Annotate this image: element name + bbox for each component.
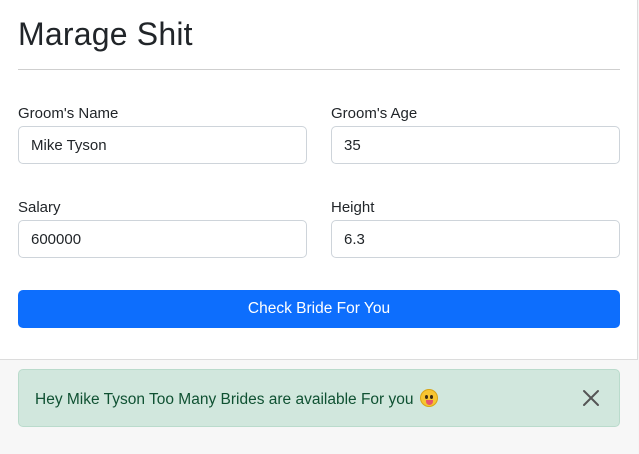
close-icon[interactable] [581, 388, 601, 408]
salary-input[interactable] [18, 220, 307, 258]
height-input[interactable] [331, 220, 620, 258]
alert-message: Hey Mike Tyson Too Many Brides are avail… [35, 391, 414, 408]
alert-message-row: Hey Mike Tyson Too Many Brides are avail… [35, 389, 438, 409]
success-alert: Hey Mike Tyson Too Many Brides are avail… [18, 369, 620, 427]
title-divider [18, 69, 620, 70]
groom-name-input[interactable] [18, 126, 307, 164]
salary-label: Salary [18, 199, 61, 216]
groom-age-label: Groom's Age [331, 105, 418, 122]
height-label: Height [331, 199, 375, 216]
page-title: Marage Shit [18, 16, 193, 52]
check-bride-button[interactable]: Check Bride For You [18, 290, 620, 328]
face-with-tongue-icon [419, 389, 438, 407]
groom-age-input[interactable] [331, 126, 620, 164]
groom-name-label: Groom's Name [18, 105, 119, 122]
